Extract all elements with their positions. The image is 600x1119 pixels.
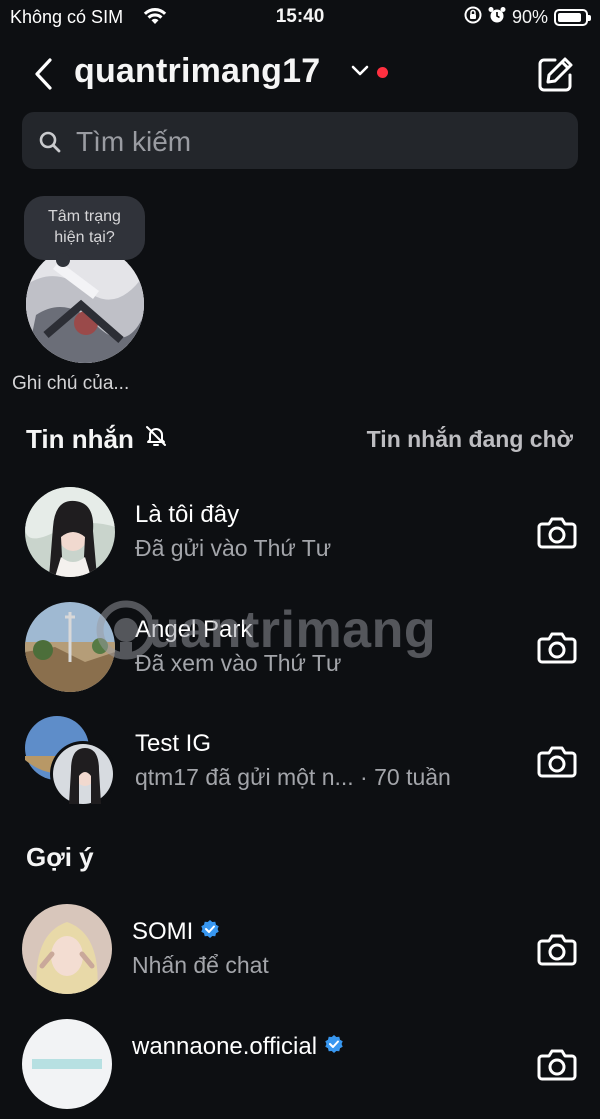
avatar	[25, 602, 115, 692]
suggestion-sub: Nhấn để chat	[132, 952, 269, 978]
camera-button[interactable]	[536, 511, 578, 553]
note-avatar[interactable]	[26, 245, 144, 363]
list-item[interactable]: Là tôi đây Đã gửi vào Thứ Tư	[0, 487, 600, 587]
message-requests-link[interactable]: Tin nhắn đang chờ	[367, 426, 573, 453]
conversation-status: Đã gửi vào Thứ Tư	[135, 535, 332, 561]
battery-fill	[558, 13, 581, 22]
bell-off-icon	[144, 424, 168, 455]
camera-button[interactable]	[536, 1043, 578, 1085]
chevron-down-icon[interactable]	[350, 64, 370, 83]
header: quantrimang17	[0, 50, 600, 100]
camera-icon	[537, 517, 577, 549]
battery-icon	[554, 9, 591, 26]
suggestion-name-text: wannaone.official	[132, 1033, 318, 1060]
back-button[interactable]	[28, 54, 64, 94]
conversation-name-text: Là tôi đây	[135, 501, 240, 528]
verified-icon	[200, 918, 220, 946]
battery-percent: 90%	[511, 7, 548, 27]
search-icon	[38, 130, 62, 159]
avatar	[22, 904, 112, 994]
camera-button[interactable]	[536, 740, 578, 782]
note-bubble-line1: Tâm trạng	[48, 208, 121, 225]
conversation-name: Là tôi đây	[135, 501, 239, 529]
conversation-name: Angel Park	[135, 616, 252, 644]
conversation-status: Đã xem vào Thứ Tư	[135, 650, 342, 676]
suggestion-name: wannaone.official	[132, 1033, 344, 1061]
status-right: 90%	[464, 6, 591, 29]
conversation-name: Test IG	[135, 730, 211, 758]
camera-icon	[537, 934, 577, 966]
status-bar: Không có SIM 15:40 90%	[0, 0, 600, 34]
camera-button[interactable]	[536, 626, 578, 668]
conversation-status: qtm17 đã gửi một n... · 70 tuần	[135, 764, 451, 790]
camera-icon	[537, 632, 577, 664]
compose-icon	[538, 57, 573, 92]
chevron-left-icon	[35, 58, 52, 90]
messages-title: Tin nhắn	[26, 424, 168, 455]
account-title[interactable]: quantrimang17	[74, 52, 320, 91]
camera-icon	[537, 1049, 577, 1081]
note-label: Ghi chú của...	[12, 373, 130, 394]
notification-dot	[377, 67, 388, 78]
list-item[interactable]: Angel Park Đã xem vào Thứ Tư	[0, 602, 600, 702]
alarm-icon	[488, 6, 506, 29]
conversation-name-text: Angel Park	[135, 616, 253, 643]
list-item[interactable]: Test IG qtm17 đã gửi một n... · 70 tuần	[0, 716, 600, 816]
suggestions-title: Gợi ý	[26, 842, 94, 872]
suggestion-item[interactable]: SOMI Nhấn để chat	[0, 904, 600, 1004]
messages-title-label: Tin nhắn	[26, 424, 134, 454]
camera-button[interactable]	[536, 928, 578, 970]
suggestion-name: SOMI	[132, 918, 220, 946]
avatar	[25, 487, 115, 577]
search-input[interactable]	[74, 112, 568, 171]
orientation-lock-icon	[464, 6, 482, 29]
verified-icon	[324, 1033, 344, 1061]
conversation-name-text: Test IG	[135, 730, 212, 757]
compose-button[interactable]	[534, 54, 576, 96]
suggestion-item[interactable]: wannaone.official	[0, 1019, 600, 1119]
group-avatar	[25, 716, 116, 807]
avatar	[22, 1019, 112, 1109]
suggestion-name-text: SOMI	[132, 918, 194, 945]
camera-icon	[537, 746, 577, 778]
note-bubble[interactable]: Tâm trạng hiện tại?	[24, 196, 145, 267]
search-bar[interactable]	[22, 112, 578, 171]
note-bubble-line2: hiện tại?	[54, 229, 115, 246]
